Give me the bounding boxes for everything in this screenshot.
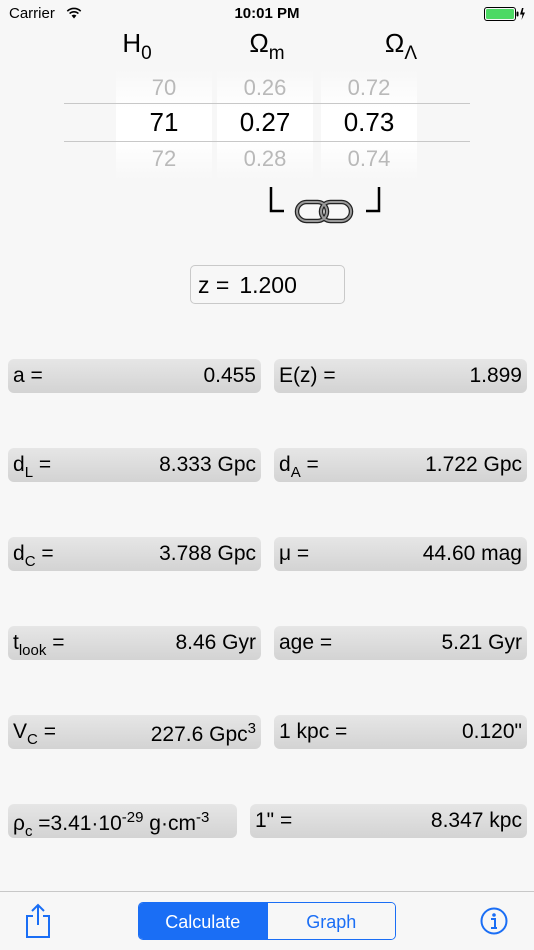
distance-modulus-value: 44.60 mag xyxy=(422,542,522,565)
arcsec-scale-label: 1" = xyxy=(255,809,293,832)
status-bar: Carrier 10:01 PM xyxy=(0,0,534,28)
angular-diameter-distance-cell: dA = 1.722 Gpc xyxy=(274,448,527,482)
omega-lambda-symbol: Ω xyxy=(384,28,405,58)
comoving-volume-label: VC = xyxy=(13,720,56,748)
omega-m-prev-value[interactable]: 0.26 xyxy=(217,75,313,101)
age-label: age = xyxy=(279,631,333,654)
angular-diameter-distance-label: dA = xyxy=(279,453,319,481)
luminosity-distance-label: dL = xyxy=(13,453,52,481)
omega-lambda-header: ΩΛ xyxy=(346,28,456,65)
parameter-picker: 70 71 72 0.26 0.27 0.28 0.72 0.73 0.74 xyxy=(64,70,470,180)
lookback-time-value: 8.46 Gyr xyxy=(175,631,256,654)
lookback-time-cell: tlook = 8.46 Gyr xyxy=(8,626,261,660)
omega-m-next-value[interactable]: 0.28 xyxy=(217,146,313,172)
hubble-function-value: 1.899 xyxy=(469,364,522,387)
omega-m-selected-value[interactable]: 0.27 xyxy=(217,107,313,138)
share-icon[interactable] xyxy=(24,903,52,939)
omega-m-wheel[interactable]: 0.26 0.27 0.28 xyxy=(217,70,313,180)
toolbar-divider xyxy=(0,891,534,892)
kpc-scale-label: 1 kpc = xyxy=(279,720,348,743)
critical-density-cell: ρc =3.41·10-29 g·cm-3 xyxy=(8,804,237,840)
battery-icon xyxy=(484,7,525,21)
scale-factor-value: 0.455 xyxy=(203,364,256,387)
age-cell: age = 5.21 Gyr xyxy=(274,626,527,660)
h0-next-value[interactable]: 72 xyxy=(116,146,212,172)
omega-lambda-subscript: Λ xyxy=(404,43,418,64)
omega-lambda-next-value[interactable]: 0.74 xyxy=(321,146,417,172)
chain-link-icon[interactable] xyxy=(266,185,384,227)
omega-m-symbol: Ω xyxy=(249,28,269,58)
distance-modulus-cell: μ = 44.60 mag xyxy=(274,537,527,571)
comoving-volume-cell: VC = 227.6 Gpc3 xyxy=(8,715,261,749)
cosmology-calculator-app: Carrier 10:01 PM H0 Ωm ΩΛ 70 71 72 0.26 xyxy=(0,0,534,950)
picker-selection-line-bottom xyxy=(64,141,470,142)
h0-selected-value[interactable]: 71 xyxy=(116,107,212,138)
luminosity-distance-cell: dL = 8.333 Gpc xyxy=(8,448,261,482)
arcsec-scale-cell: 1" = 8.347 kpc xyxy=(250,804,527,838)
kpc-scale-value: 0.120" xyxy=(461,720,522,743)
comoving-volume-value: 227.6 Gpc3 xyxy=(150,720,256,746)
angular-diameter-distance-value: 1.722 Gpc xyxy=(425,453,522,476)
redshift-label: z = xyxy=(198,272,230,298)
omega-m-header: Ωm xyxy=(212,28,322,65)
h0-symbol: H xyxy=(122,28,142,58)
critical-density-label: ρc =3.41·10-29 g·cm-3 xyxy=(13,809,210,840)
comoving-distance-label: dC = xyxy=(13,542,54,570)
h0-header: H0 xyxy=(82,28,192,65)
picker-selection-line-top xyxy=(64,103,470,104)
luminosity-distance-value: 8.333 Gpc xyxy=(159,453,256,476)
h0-prev-value[interactable]: 70 xyxy=(116,75,212,101)
arcsec-scale-value: 8.347 kpc xyxy=(430,809,522,832)
h0-wheel[interactable]: 70 71 72 xyxy=(116,70,212,180)
scale-factor-label: a = xyxy=(13,364,43,387)
omega-lambda-prev-value[interactable]: 0.72 xyxy=(321,75,417,101)
scale-factor-cell: a = 0.455 xyxy=(8,359,261,393)
comoving-distance-cell: dC = 3.788 Gpc xyxy=(8,537,261,571)
lookback-time-label: tlook = xyxy=(13,631,65,659)
omega-lambda-selected-value[interactable]: 0.73 xyxy=(321,107,417,138)
clock: 10:01 PM xyxy=(234,5,300,22)
redshift-input[interactable]: z = 1.200 xyxy=(190,265,345,304)
kpc-scale-cell: 1 kpc = 0.120" xyxy=(274,715,527,749)
distance-modulus-label: μ = xyxy=(279,542,310,565)
graph-segment[interactable]: Graph xyxy=(266,903,395,939)
h0-subscript: 0 xyxy=(141,43,152,64)
omega-m-subscript: m xyxy=(268,43,285,64)
hubble-function-label: E(z) = xyxy=(279,364,336,387)
info-icon[interactable] xyxy=(480,907,508,935)
mode-segmented-control: Calculate Graph xyxy=(138,902,396,940)
calculate-segment[interactable]: Calculate xyxy=(139,903,267,939)
omega-lambda-wheel[interactable]: 0.72 0.73 0.74 xyxy=(321,70,417,180)
redshift-value[interactable]: 1.200 xyxy=(239,272,297,298)
hubble-function-cell: E(z) = 1.899 xyxy=(274,359,527,393)
comoving-distance-value: 3.788 Gpc xyxy=(159,542,256,565)
age-value: 5.21 Gyr xyxy=(441,631,522,654)
